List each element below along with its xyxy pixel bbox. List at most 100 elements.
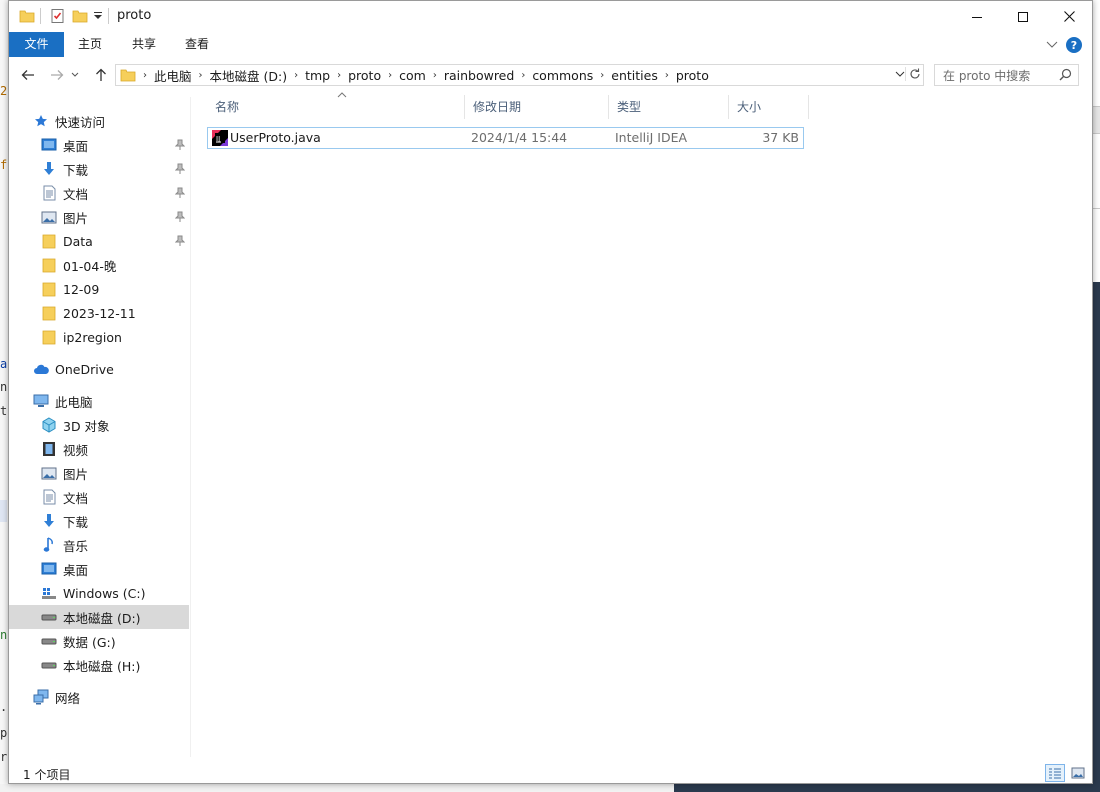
sidebar-item-data[interactable]: Data — [9, 229, 189, 253]
chevron-right-icon[interactable]: › — [385, 70, 395, 81]
pin-icon[interactable] — [174, 139, 186, 151]
sidebar-item-drive-h[interactable]: 本地磁盘 (H:) — [9, 653, 189, 677]
sidebar-item-folder[interactable]: 2023-12-11 — [9, 301, 189, 325]
sidebar-item-drive-g[interactable]: 数据 (G:) — [9, 629, 189, 653]
breadcrumb-commons[interactable]: commons — [528, 68, 597, 83]
sidebar-item-folder[interactable]: 01-04-晚 — [9, 253, 189, 277]
breadcrumb-entities[interactable]: entities — [607, 68, 662, 83]
pin-icon[interactable] — [174, 187, 186, 199]
details-view-button[interactable] — [1045, 764, 1065, 782]
column-header-size[interactable]: 大小 — [729, 95, 809, 119]
pin-icon[interactable] — [174, 235, 186, 247]
up-button[interactable] — [91, 65, 111, 85]
sidebar-item-documents[interactable]: 文档 — [9, 485, 189, 509]
status-bar: 1 个项目 — [9, 761, 1092, 785]
sidebar-item-downloads[interactable]: 下载 — [9, 509, 189, 533]
folder-icon — [41, 329, 57, 345]
column-header-type[interactable]: 类型 — [609, 95, 729, 119]
sidebar-item-label: 文档 — [63, 186, 89, 202]
sidebar-item-quick-access[interactable]: 快速访问 — [9, 109, 189, 133]
tab-share[interactable]: 共享 — [121, 32, 167, 57]
sidebar-item-label: 12-09 — [63, 281, 100, 297]
tab-view[interactable]: 查看 — [174, 32, 220, 57]
cloud-icon — [33, 361, 49, 377]
breadcrumb-rainbowred[interactable]: rainbowred — [440, 68, 519, 83]
cube-icon — [41, 417, 57, 433]
network-icon — [33, 689, 49, 705]
sidebar-item-drive-c[interactable]: Windows (C:) — [9, 581, 189, 605]
close-button[interactable] — [1046, 1, 1092, 32]
back-button[interactable] — [18, 65, 38, 85]
search-box[interactable] — [934, 64, 1079, 86]
sidebar-item-pictures[interactable]: 图片 — [9, 461, 189, 485]
drive-icon — [41, 633, 57, 649]
column-header-modified[interactable]: 修改日期 — [465, 95, 609, 119]
chevron-right-icon[interactable]: › — [196, 70, 206, 81]
bg-glyph: p — [0, 726, 8, 740]
sidebar-item-label: 01-04-晚 — [63, 258, 117, 274]
help-icon[interactable]: ? — [1066, 37, 1082, 53]
chevron-right-icon[interactable]: › — [334, 70, 344, 81]
breadcrumb-com[interactable]: com — [395, 68, 430, 83]
column-header-name[interactable]: 名称 — [207, 95, 465, 119]
sidebar-item-label: 3D 对象 — [63, 418, 110, 434]
intellij-java-file-icon: IJ — [212, 130, 228, 149]
recent-locations-icon[interactable] — [69, 65, 81, 85]
desktop-icon — [41, 561, 57, 577]
music-icon — [41, 537, 57, 553]
pin-icon[interactable] — [174, 163, 186, 175]
breadcrumb-proto[interactable]: proto — [344, 68, 385, 83]
sidebar-item-pictures[interactable]: 图片 — [9, 205, 189, 229]
sidebar-item-3d-objects[interactable]: 3D 对象 — [9, 413, 189, 437]
large-icons-view-button[interactable] — [1068, 764, 1088, 782]
file-name[interactable]: UserProto.java — [230, 130, 321, 145]
download-icon — [41, 161, 57, 177]
sidebar-item-desktop[interactable]: 桌面 — [9, 133, 189, 157]
sidebar-item-network[interactable]: 网络 — [9, 685, 189, 709]
sort-ascending-icon — [337, 91, 347, 101]
minimize-button[interactable] — [954, 1, 1000, 32]
tab-file[interactable]: 文件 — [9, 32, 64, 57]
sidebar-item-label: 图片 — [63, 210, 89, 226]
bg-glyph: t — [0, 404, 8, 418]
sidebar-item-drive-d[interactable]: 本地磁盘 (D:) — [9, 605, 189, 629]
breadcrumb-tmp[interactable]: tmp — [301, 68, 334, 83]
sidebar-item-label: 网络 — [55, 690, 81, 706]
sidebar-item-downloads[interactable]: 下载 — [9, 157, 189, 181]
breadcrumb-drive-d[interactable]: 本地磁盘 (D:) — [206, 66, 292, 85]
pin-icon[interactable] — [174, 211, 186, 223]
computer-icon — [33, 393, 49, 409]
table-row[interactable]: IJ UserProto.java 2024/1/4 15:44 Intelli… — [207, 127, 804, 149]
pictures-icon — [41, 209, 57, 225]
sidebar-item-onedrive[interactable]: OneDrive — [9, 357, 189, 381]
search-input[interactable] — [941, 66, 1060, 86]
breadcrumb-this-pc[interactable]: 此电脑 — [150, 66, 196, 85]
sidebar-item-label: ip2region — [63, 329, 122, 345]
tab-home[interactable]: 主页 — [67, 32, 113, 57]
search-icon[interactable] — [1059, 68, 1072, 81]
address-dropdown-icon[interactable] — [895, 69, 905, 79]
sidebar-item-label: 桌面 — [63, 562, 89, 578]
chevron-right-icon[interactable]: › — [291, 70, 301, 81]
chevron-right-icon[interactable]: › — [518, 70, 528, 81]
sidebar-item-folder[interactable]: ip2region — [9, 325, 189, 349]
sidebar-item-documents[interactable]: 文档 — [9, 181, 189, 205]
forward-button[interactable] — [47, 65, 67, 85]
sidebar-item-music[interactable]: 音乐 — [9, 533, 189, 557]
properties-icon[interactable] — [50, 8, 66, 24]
sidebar-item-videos[interactable]: 视频 — [9, 437, 189, 461]
chevron-right-icon[interactable]: › — [597, 70, 607, 81]
address-bar[interactable]: › 此电脑 › 本地磁盘 (D:) › tmp › proto › com › … — [115, 64, 924, 86]
breadcrumb-proto-current[interactable]: proto — [672, 68, 713, 83]
refresh-icon[interactable] — [905, 67, 922, 81]
chevron-right-icon[interactable]: › — [140, 70, 150, 81]
sidebar-item-desktop[interactable]: 桌面 — [9, 557, 189, 581]
chevron-right-icon[interactable]: › — [430, 70, 440, 81]
new-folder-icon[interactable] — [72, 8, 88, 24]
maximize-button[interactable] — [1000, 1, 1046, 32]
sidebar-item-folder[interactable]: 12-09 — [9, 277, 189, 301]
sidebar-item-this-pc[interactable]: 此电脑 — [9, 389, 189, 413]
chevron-right-icon[interactable]: › — [662, 70, 672, 81]
expand-ribbon-icon[interactable] — [1046, 38, 1058, 52]
customize-quick-access-icon[interactable] — [93, 10, 103, 26]
